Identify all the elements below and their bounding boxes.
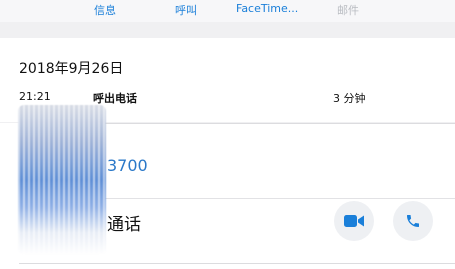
call-detail-screen: 信息 呼叫 FaceTime... 邮件 2018年9月26日 21:21 呼出… <box>0 0 455 269</box>
video-call-button[interactable] <box>334 201 374 241</box>
call-duration: 3 分钟 <box>333 92 366 105</box>
redacted-contact-area <box>18 105 106 255</box>
contact-action-bar: 信息 呼叫 FaceTime... 邮件 <box>0 0 455 22</box>
message-action[interactable]: 信息 <box>94 2 116 18</box>
call-action[interactable]: 呼叫 <box>175 2 197 18</box>
phone-number[interactable]: 3700 <box>107 156 148 175</box>
call-option-label: 通话 <box>107 215 141 235</box>
call-type: 呼出电话 <box>93 92 137 105</box>
call-date: 2018年9月26日 <box>19 61 124 77</box>
mail-action: 邮件 <box>337 4 359 17</box>
audio-call-button[interactable] <box>393 201 433 241</box>
call-time: 21:21 <box>19 90 51 103</box>
phone-handset-icon <box>407 215 419 227</box>
divider <box>105 198 455 199</box>
facetime-action[interactable]: FaceTime... <box>236 2 298 15</box>
video-camera-icon <box>344 215 364 227</box>
divider <box>19 263 455 264</box>
